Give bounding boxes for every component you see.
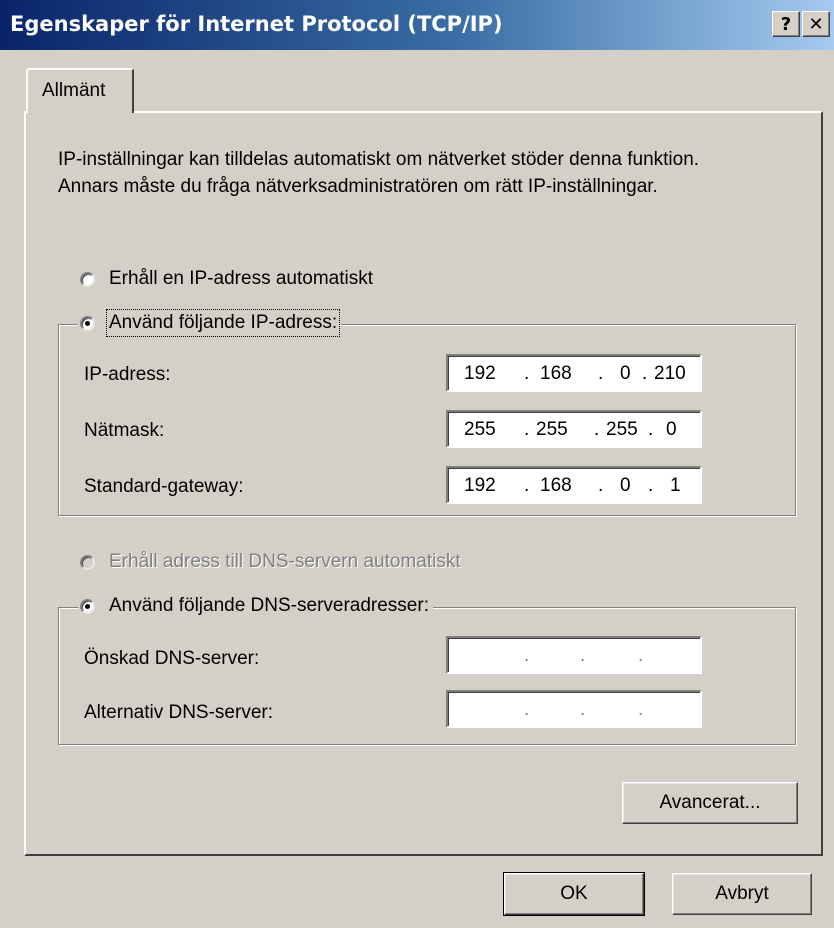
gw-octet-1: 192 — [464, 475, 496, 496]
subnet-mask-input[interactable]: 255 . 255 . 255 . 0 — [446, 410, 702, 448]
radio-ip-manual-label: Använd följande IP-adress: — [105, 309, 341, 337]
radio-ip-auto[interactable]: Erhåll en IP-adress automatiskt — [80, 268, 378, 290]
gw-octet-2: 168 — [540, 475, 572, 496]
tab-general-label: Allmänt — [42, 80, 106, 101]
ip-octet-3: 0 — [620, 363, 631, 384]
tab-general[interactable]: Allmänt — [26, 68, 134, 113]
alternate-dns-label: Alternativ DNS-server: — [84, 702, 273, 723]
ip-octet-1: 192 — [464, 363, 496, 384]
ip-octet-4: 210 — [654, 363, 686, 384]
help-button[interactable]: ? — [772, 11, 800, 37]
radio-dns-manual-label: Använd följande DNS-serveradresser: — [109, 595, 429, 616]
radio-ip-manual[interactable]: Använd följande IP-adress: — [78, 309, 342, 337]
preferred-dns-input[interactable]: . . . — [446, 636, 702, 674]
radio-ip-auto-label: Erhåll en IP-adress automatiskt — [109, 268, 374, 289]
mask-octet-4: 0 — [666, 419, 677, 440]
close-icon: ✕ — [808, 13, 824, 35]
description-text: IP-inställningar kan tilldelas automatis… — [58, 149, 700, 197]
mask-octet-2: 255 — [536, 419, 568, 440]
advanced-button-label: Avancerat... — [659, 792, 761, 813]
gateway-input[interactable]: 192 . 168 . 0 . 1 — [446, 466, 702, 504]
title-bar: Egenskaper för Internet Protocol (TCP/IP… — [0, 0, 834, 50]
radio-ip-manual-indicator — [80, 315, 95, 331]
radio-dns-manual[interactable]: Använd följande DNS-serveradresser: — [78, 595, 433, 617]
gateway-label: Standard-gateway: — [84, 476, 244, 497]
window-title: Egenskaper för Internet Protocol (TCP/IP… — [10, 12, 503, 36]
subnet-mask-label: Nätmask: — [84, 420, 165, 441]
gw-octet-3: 0 — [620, 475, 631, 496]
radio-ip-auto-indicator — [80, 271, 95, 287]
cancel-button[interactable]: Avbryt — [672, 873, 812, 915]
radio-dns-auto-label: Erhåll adress till DNS-servern automatis… — [109, 551, 461, 572]
alternate-dns-input[interactable]: . . . — [446, 690, 702, 728]
ip-octet-2: 168 — [540, 363, 572, 384]
advanced-button[interactable]: Avancerat... — [622, 782, 798, 824]
cancel-button-label: Avbryt — [715, 883, 769, 904]
help-icon: ? — [780, 13, 792, 35]
ok-button[interactable]: OK — [503, 872, 645, 916]
radio-dns-auto-indicator — [80, 554, 95, 570]
close-button[interactable]: ✕ — [802, 11, 830, 37]
mask-octet-3: 255 — [606, 419, 638, 440]
gw-octet-4: 1 — [670, 475, 681, 496]
ip-address-label: IP-adress: — [84, 364, 171, 385]
ip-address-input[interactable]: 192 . 168 . 0 . 210 — [446, 354, 702, 392]
radio-dns-manual-indicator — [80, 598, 95, 614]
mask-octet-1: 255 — [464, 419, 496, 440]
preferred-dns-label: Önskad DNS-server: — [84, 648, 260, 669]
ok-button-label: OK — [560, 883, 588, 904]
radio-dns-auto[interactable]: Erhåll adress till DNS-servern automatis… — [80, 551, 465, 573]
